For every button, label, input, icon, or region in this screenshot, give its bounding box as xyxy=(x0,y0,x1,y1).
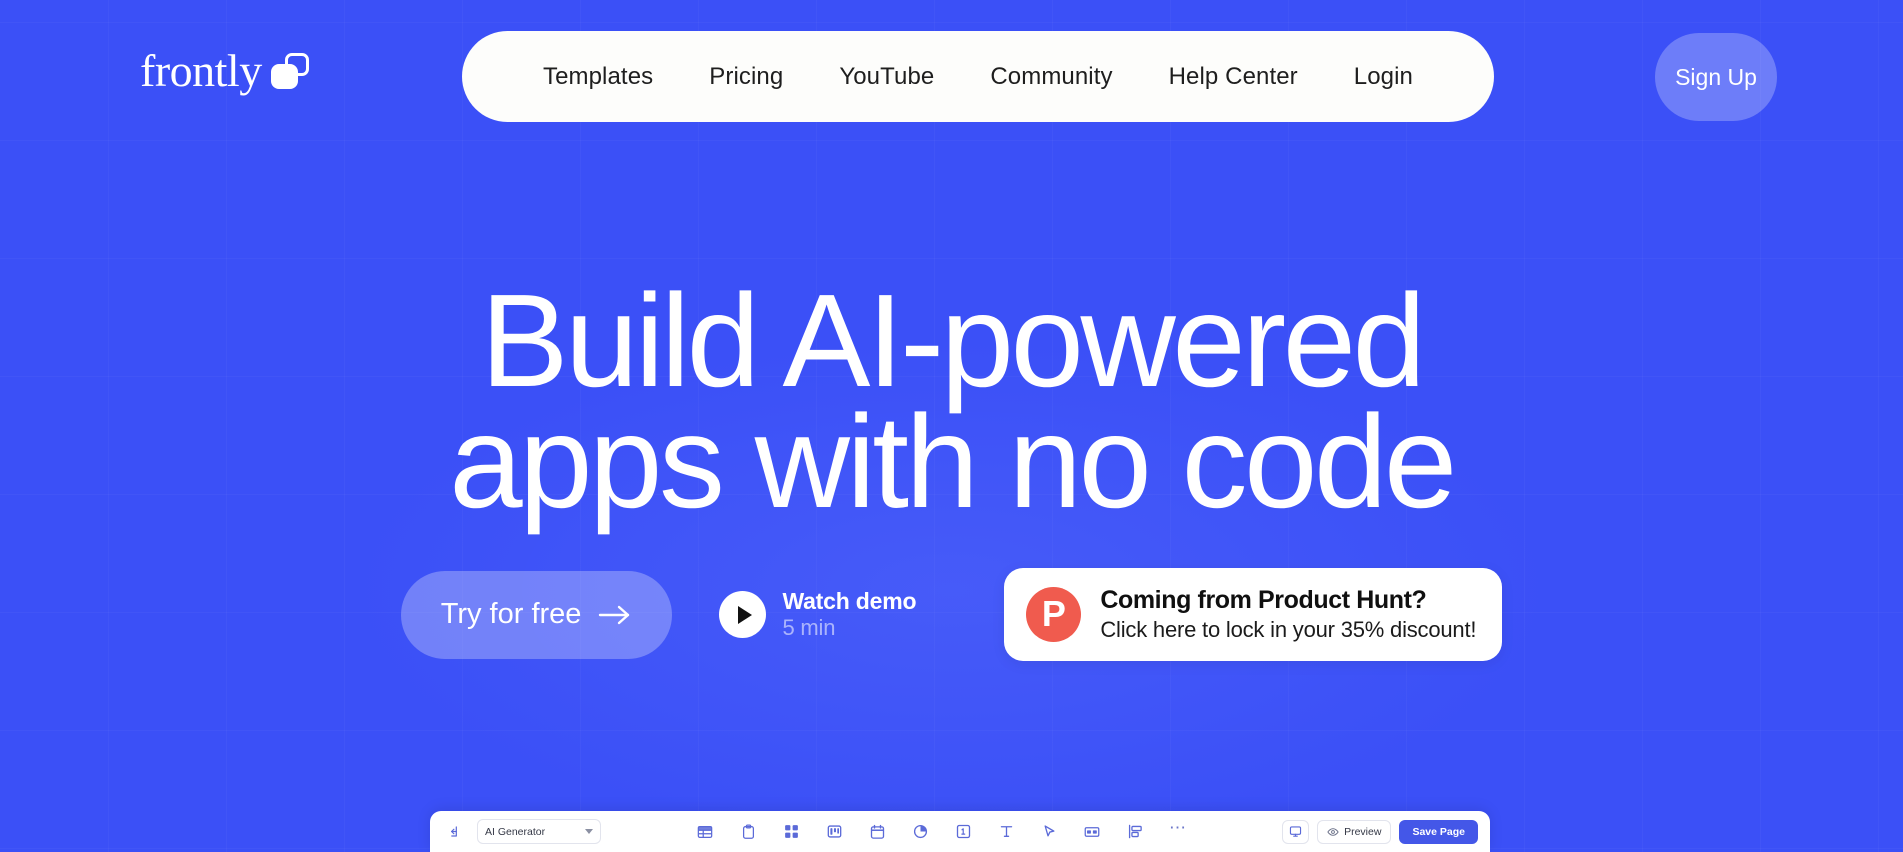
nav-item-pricing[interactable]: Pricing xyxy=(681,63,811,91)
watch-demo-button[interactable]: Watch demo 5 min xyxy=(719,588,917,641)
stat-box-icon[interactable] xyxy=(951,819,976,844)
overlapping-squares-icon xyxy=(270,53,309,89)
table-icon[interactable] xyxy=(693,819,718,844)
editor-toolbar: AI Generator ⋯ Preview Save Page xyxy=(430,811,1490,852)
grid-icon[interactable] xyxy=(779,819,804,844)
logo[interactable]: frontly xyxy=(140,48,309,94)
play-icon xyxy=(719,591,767,639)
more-options-icon[interactable]: ⋯ xyxy=(1166,819,1191,844)
main-navigation: Templates Pricing YouTube Community Help… xyxy=(462,31,1494,122)
page-title: Build AI-powered apps with no code xyxy=(449,267,1457,536)
cursor-icon[interactable] xyxy=(1037,819,1062,844)
sign-up-button[interactable]: Sign Up xyxy=(1655,33,1777,121)
chevron-down-icon xyxy=(585,829,593,834)
preview-button[interactable]: Preview xyxy=(1317,819,1392,844)
product-hunt-title: Coming from Product Hunt? xyxy=(1100,586,1427,614)
layout-icon[interactable] xyxy=(1123,819,1148,844)
product-hunt-banner[interactable]: P Coming from Product Hunt? Click here t… xyxy=(1004,568,1503,662)
back-arrow-icon[interactable] xyxy=(441,819,466,844)
try-for-free-label: Try for free xyxy=(440,598,582,631)
hero-cta-row: Try for free Watch demo 5 min P Coming f… xyxy=(0,568,1903,662)
watch-demo-label: Watch demo xyxy=(782,588,917,615)
text-icon[interactable] xyxy=(994,819,1019,844)
arrow-right-icon xyxy=(599,605,630,624)
generator-select-value: AI Generator xyxy=(485,825,546,838)
eye-icon xyxy=(1327,827,1339,836)
nav-item-login[interactable]: Login xyxy=(1326,63,1441,91)
form-icon[interactable] xyxy=(1080,819,1105,844)
save-page-button[interactable]: Save Page xyxy=(1399,819,1478,844)
editor-tool-group: ⋯ xyxy=(601,819,1282,844)
watch-demo-duration: 5 min xyxy=(782,615,836,641)
kanban-icon[interactable] xyxy=(822,819,847,844)
product-hunt-icon: P xyxy=(1026,586,1082,642)
logo-wordmark: frontly xyxy=(140,45,262,96)
hero-section: Build AI-powered apps with no code xyxy=(0,267,1903,536)
generator-select[interactable]: AI Generator xyxy=(477,819,601,844)
site-header: frontly Templates Pricing YouTube Commun… xyxy=(0,0,1903,150)
calendar-icon[interactable] xyxy=(865,819,890,844)
landing-page: frontly Templates Pricing YouTube Commun… xyxy=(0,0,1903,852)
nav-item-youtube[interactable]: YouTube xyxy=(811,63,962,91)
product-hunt-subtitle: Click here to lock in your 35% discount! xyxy=(1100,617,1477,642)
preview-label: Preview xyxy=(1344,825,1382,838)
monitor-icon[interactable] xyxy=(1282,819,1310,844)
pie-chart-icon[interactable] xyxy=(908,819,933,844)
clipboard-icon[interactable] xyxy=(736,819,761,844)
nav-item-templates[interactable]: Templates xyxy=(515,63,681,91)
nav-item-help-center[interactable]: Help Center xyxy=(1141,63,1326,91)
try-for-free-button[interactable]: Try for free xyxy=(400,570,673,659)
nav-item-community[interactable]: Community xyxy=(962,63,1140,91)
